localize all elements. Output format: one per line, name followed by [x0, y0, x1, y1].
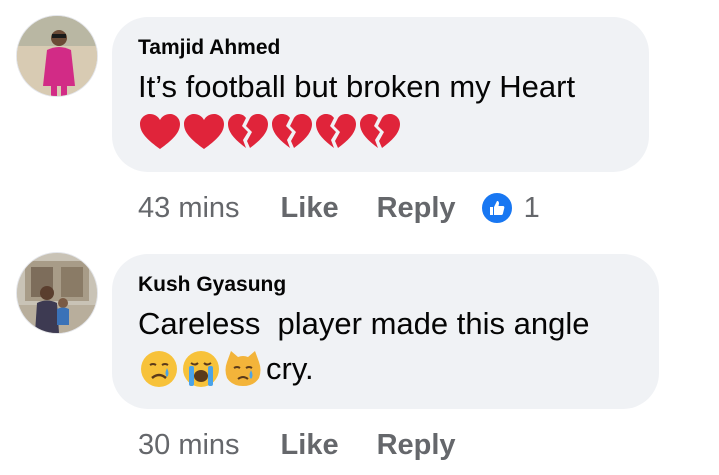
crying-face-icon: [141, 351, 177, 387]
reply-button[interactable]: Reply: [377, 192, 456, 225]
broken-heart-icon: [360, 114, 400, 148]
avatar[interactable]: [16, 15, 98, 97]
comment-bubble: Kush Gyasung Careless player made this a…: [112, 254, 659, 409]
comment-actions: 43 mins Like Reply 1: [138, 188, 540, 228]
comment-text-trailing: cry.: [266, 351, 314, 386]
loudly-crying-face-icon: [183, 351, 219, 387]
comment-author[interactable]: Kush Gyasung: [138, 272, 633, 298]
comment-timestamp[interactable]: 43 mins: [138, 192, 240, 225]
red-heart-icon: [184, 114, 224, 149]
like-button[interactable]: Like: [281, 192, 339, 225]
reply-button[interactable]: Reply: [377, 429, 456, 462]
comment-actions: 30 mins Like Reply: [138, 425, 494, 465]
comment-text: It’s football but broken my Heart: [138, 69, 576, 104]
like-button[interactable]: Like: [281, 429, 339, 462]
emoji-row: [138, 111, 623, 153]
comment: Tamjid Ahmed It’s football but broken my…: [0, 0, 719, 230]
reaction-count[interactable]: 1: [524, 192, 540, 225]
comment-timestamp[interactable]: 30 mins: [138, 429, 240, 462]
red-heart-icon: [140, 114, 180, 149]
comment-text: Careless player made this angle: [138, 306, 590, 341]
comment: Kush Gyasung Careless player made this a…: [0, 230, 719, 475]
crying-cat-face-icon: [225, 351, 261, 386]
comment-bubble: Tamjid Ahmed It’s football but broken my…: [112, 17, 649, 172]
avatar[interactable]: [16, 252, 98, 334]
comment-author[interactable]: Tamjid Ahmed: [138, 35, 623, 61]
emoji-row: cry.: [138, 348, 633, 390]
broken-heart-icon: [272, 114, 312, 148]
thumbs-up-icon[interactable]: [479, 191, 514, 225]
broken-heart-icon: [228, 114, 268, 148]
broken-heart-icon: [316, 114, 356, 148]
